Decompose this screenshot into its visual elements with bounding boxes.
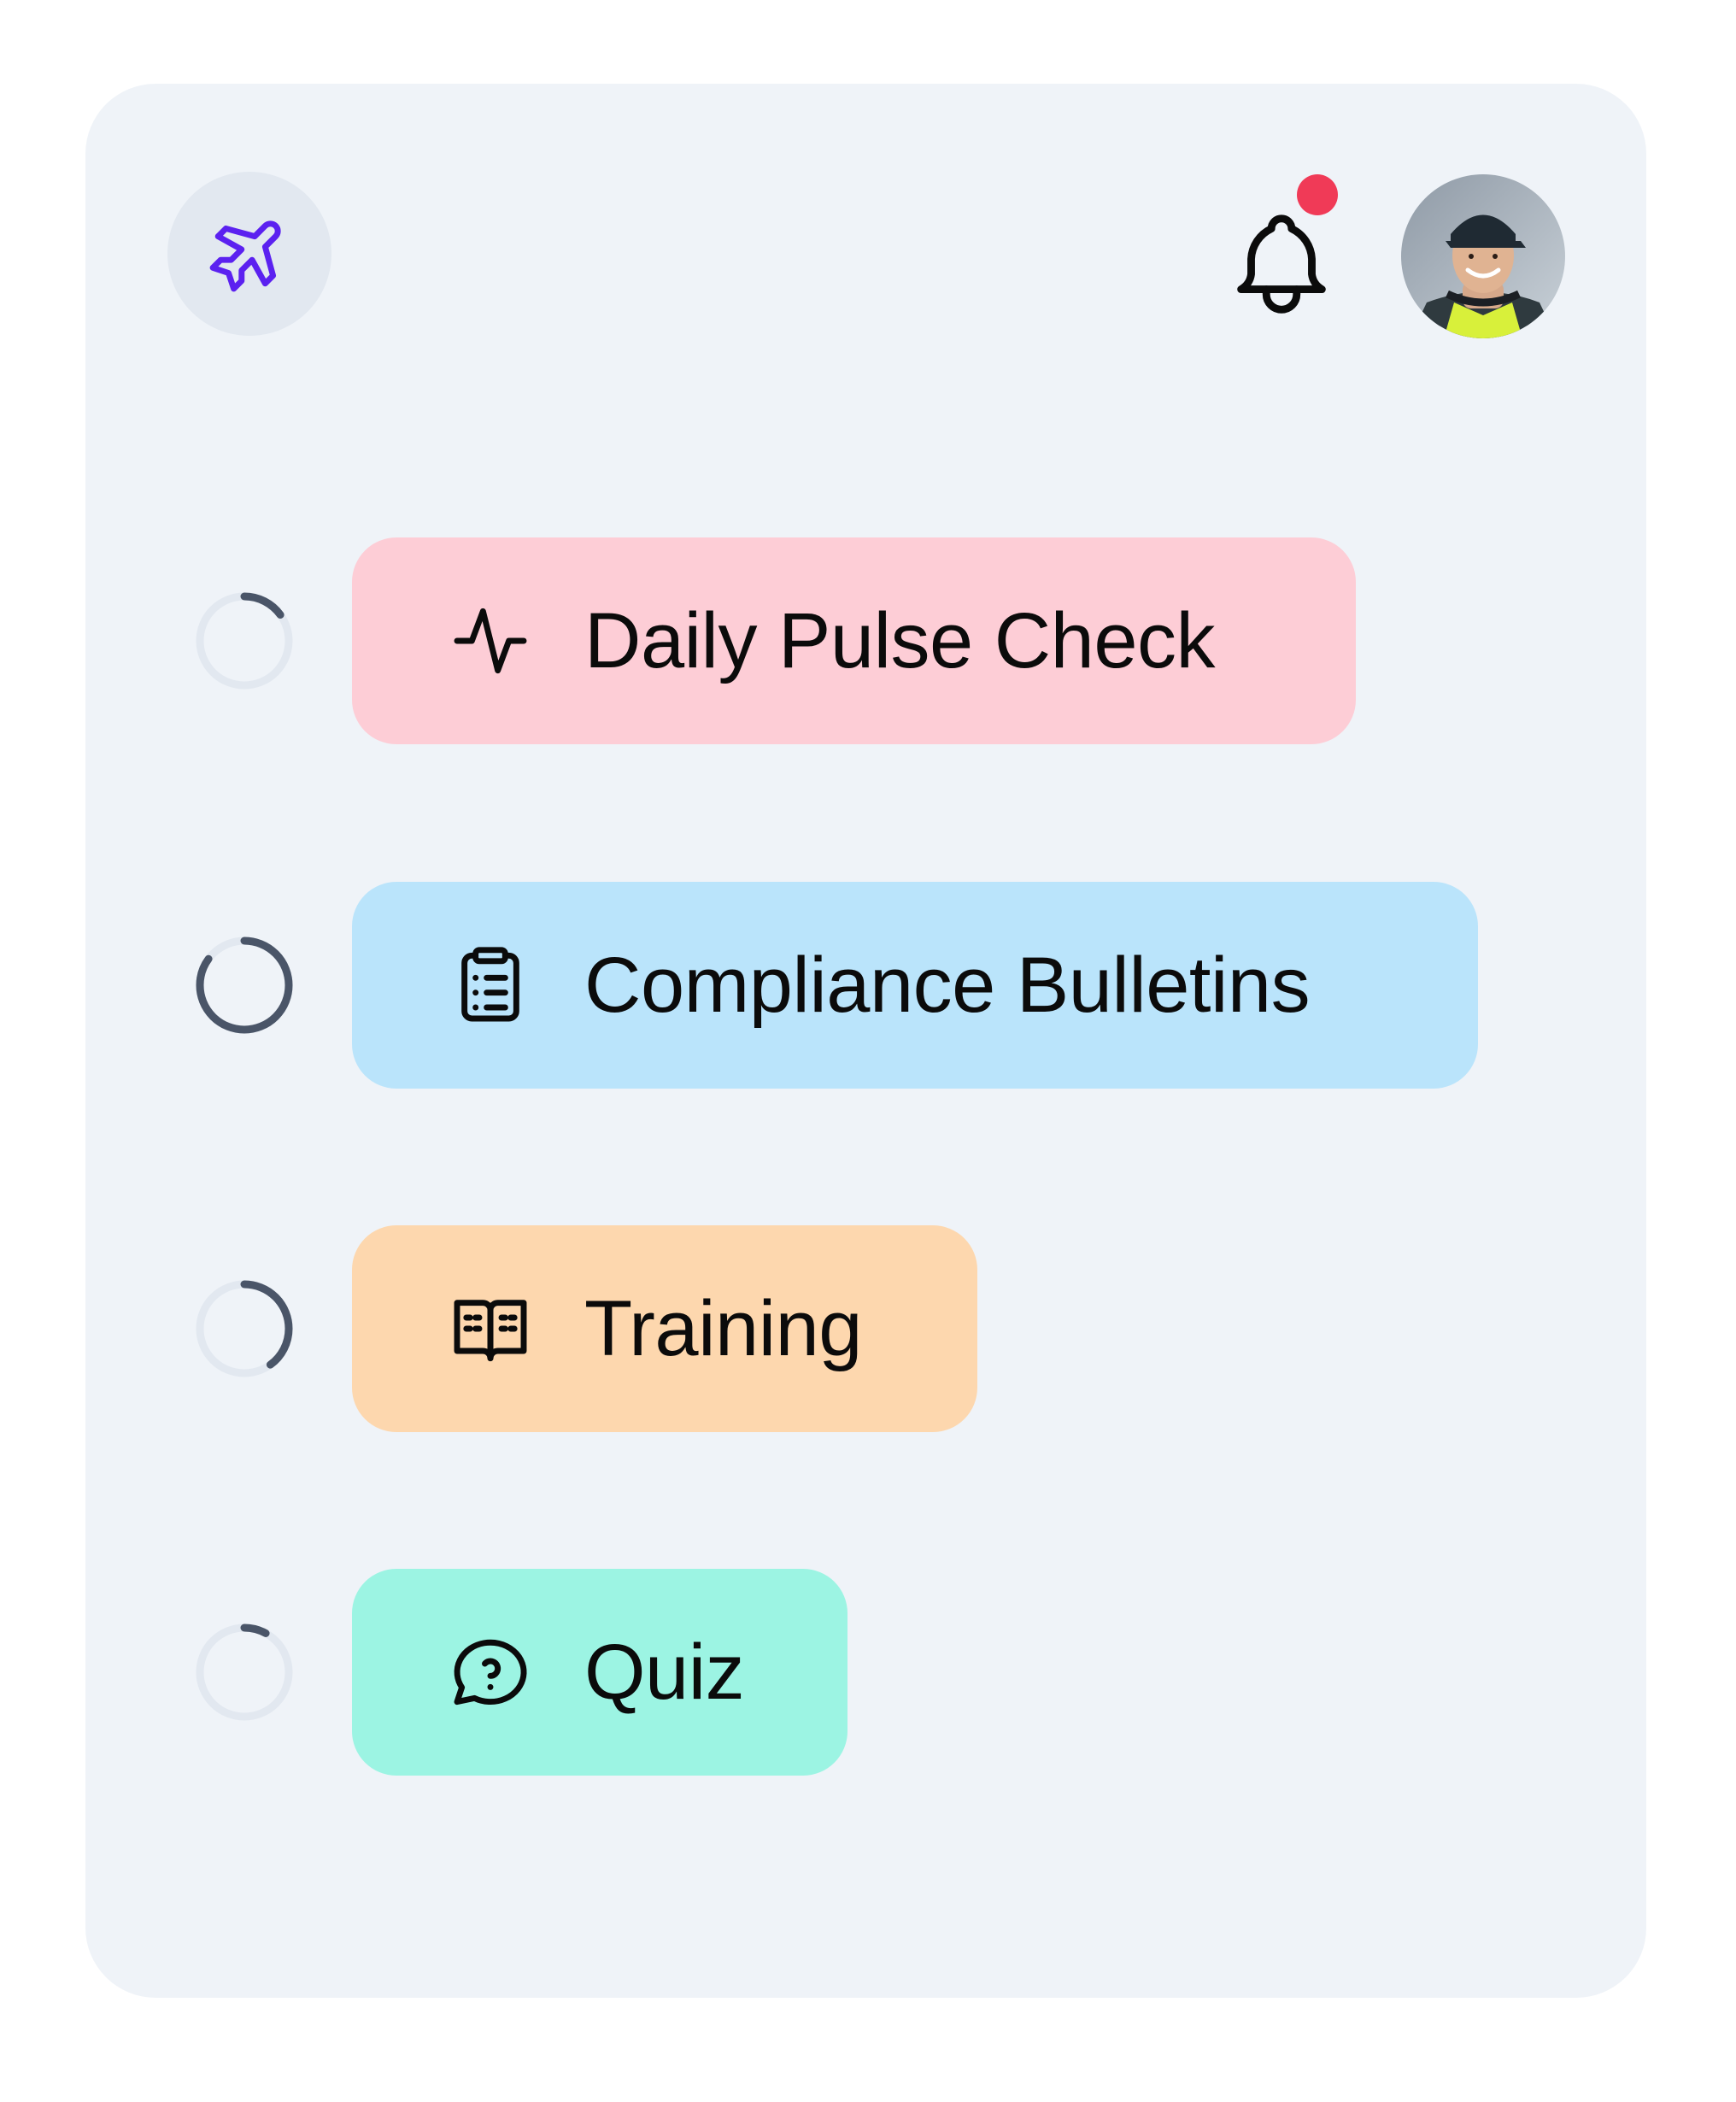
task-label: Daily Pulse Check — [584, 596, 1216, 684]
task-progress-ring — [196, 1623, 293, 1721]
home-card: Daily Pulse Check Compliance Bulletins T… — [85, 84, 1646, 1998]
task-progress-ring — [196, 592, 293, 690]
app-logo-button[interactable] — [167, 172, 331, 336]
airplane-icon — [205, 208, 294, 301]
task-row-daily-pulse-check: Daily Pulse Check — [85, 537, 1646, 744]
user-avatar[interactable] — [1401, 174, 1565, 338]
open-book-icon — [446, 1284, 535, 1373]
task-button-quiz[interactable]: Quiz — [352, 1569, 847, 1776]
task-button-training[interactable]: Training — [352, 1225, 977, 1432]
notification-badge — [1297, 174, 1338, 215]
task-progress-ring — [196, 1280, 293, 1377]
task-label: Compliance Bulletins — [584, 941, 1311, 1029]
clipboard-list-icon — [446, 941, 535, 1030]
question-bubble-icon — [446, 1628, 535, 1717]
task-row-compliance-bulletins: Compliance Bulletins — [85, 882, 1646, 1089]
task-button-compliance-bulletins[interactable]: Compliance Bulletins — [352, 882, 1478, 1089]
task-button-daily-pulse-check[interactable]: Daily Pulse Check — [352, 537, 1356, 744]
task-row-training: Training — [85, 1225, 1646, 1432]
task-progress-ring — [196, 937, 293, 1034]
task-label: Quiz — [584, 1628, 745, 1716]
task-row-quiz: Quiz — [85, 1569, 1646, 1776]
notifications-button[interactable] — [1221, 203, 1342, 325]
task-label: Training — [584, 1284, 862, 1372]
bell-icon — [1221, 214, 1342, 328]
pulse-icon — [446, 596, 535, 685]
progress-track — [196, 1623, 293, 1721]
